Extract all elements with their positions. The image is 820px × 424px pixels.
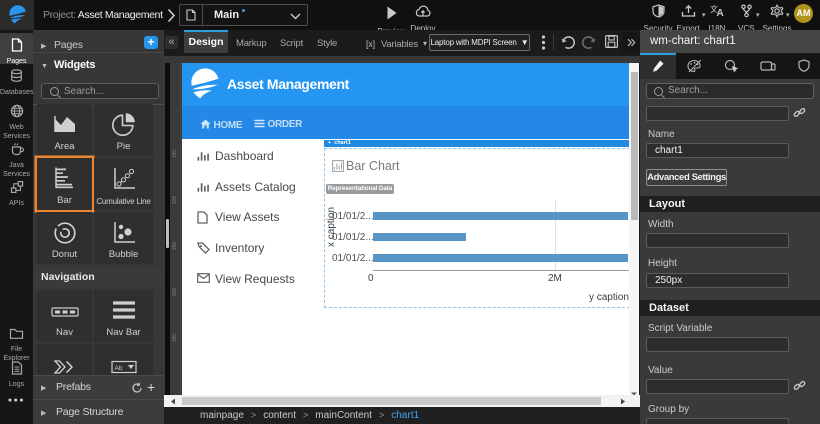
svg-text:Ab: Ab [114, 365, 122, 372]
svg-text:A: A [716, 8, 723, 18]
